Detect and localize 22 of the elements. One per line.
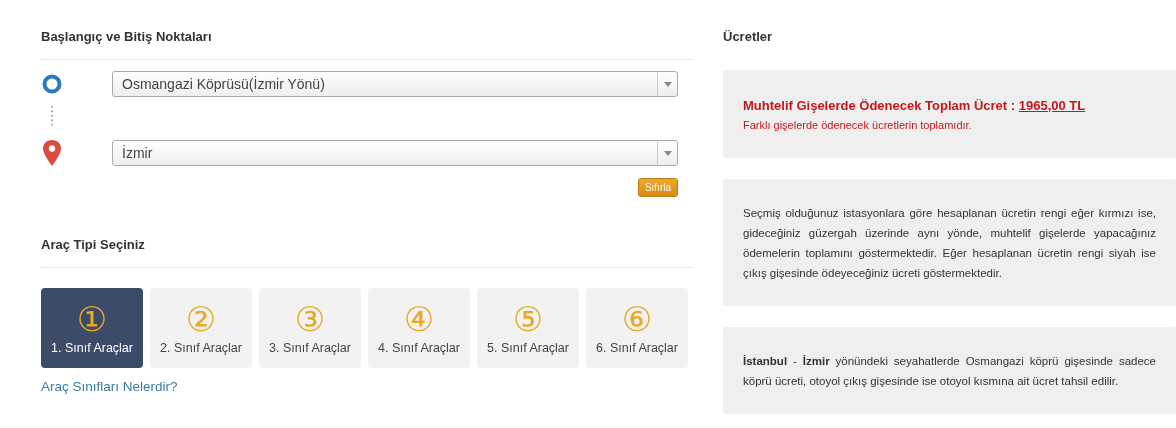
total-fee-label: Muhtelif Gişelerde Ödenecek Toplam Ücret : (743, 97, 1016, 113)
caret-icon (663, 150, 672, 156)
vehicle-classes-link[interactable]: Araç Sınıfları Nelerdir? (41, 379, 178, 394)
total-fee-value: 1965,00 TL (1018, 97, 1086, 113)
info-text: İstanbul - İzmir yönündeki seyahatlerde Osmangazi köprü gişesinde sadece köprü ücreti, otoyol çıkış gişesinde ise otoyol kısmına ait ücret tahsil edilir. (743, 353, 1156, 389)
start-point-icon (41, 73, 63, 95)
section-heading: Araç Tipi Seçiniz (41, 237, 146, 253)
vehicle-class-tab[interactable]: ④ 4. Sınıf Araçlar (368, 288, 470, 368)
info-text: Seçmiş olduğunuz istasyonlara göre hesaplanan ücretin rengi eğer kırmızı ise, gideceğiniz güzergah üzerinde aynı yönde, muhtelif gişelerde yapacağınız ödemelerin toplamını göstermektedir. Eğer hesaplanan ücretin rengi siyah ise çıkış gişesinde ödeyeceğiniz ücreti göstermektedir. (743, 205, 1156, 281)
vehicle-class-tab[interactable]: ⑥ 6. Sınıf Araçlar (586, 288, 688, 368)
caret-icon (663, 81, 672, 87)
section-heading: Başlangıç ve Bitiş Noktaları (41, 29, 213, 45)
dotted-line-icon (50, 105, 54, 129)
total-fee-note: Farklı gişelerde ödenecek ücretlerin toplamıdır. (743, 118, 973, 131)
vehicle-class-tab[interactable]: ① 1. Sınıf Araçlar (41, 288, 143, 368)
section-heading: Ücretler (723, 29, 774, 45)
vehicle-class-tab[interactable]: ③ 3. Sınıf Araçlar (259, 288, 361, 368)
vehicle-class-tab[interactable]: ② 2. Sınıf Araçlar (150, 288, 252, 368)
vehicle-class-tab[interactable]: ⑤ 5. Sınıf Araçlar (477, 288, 579, 368)
map-pin-icon (41, 139, 63, 167)
end-select[interactable]: İzmir (112, 140, 678, 166)
start-select[interactable]: Osmangazi Köprüsü(İzmir Yönü) (112, 71, 678, 97)
